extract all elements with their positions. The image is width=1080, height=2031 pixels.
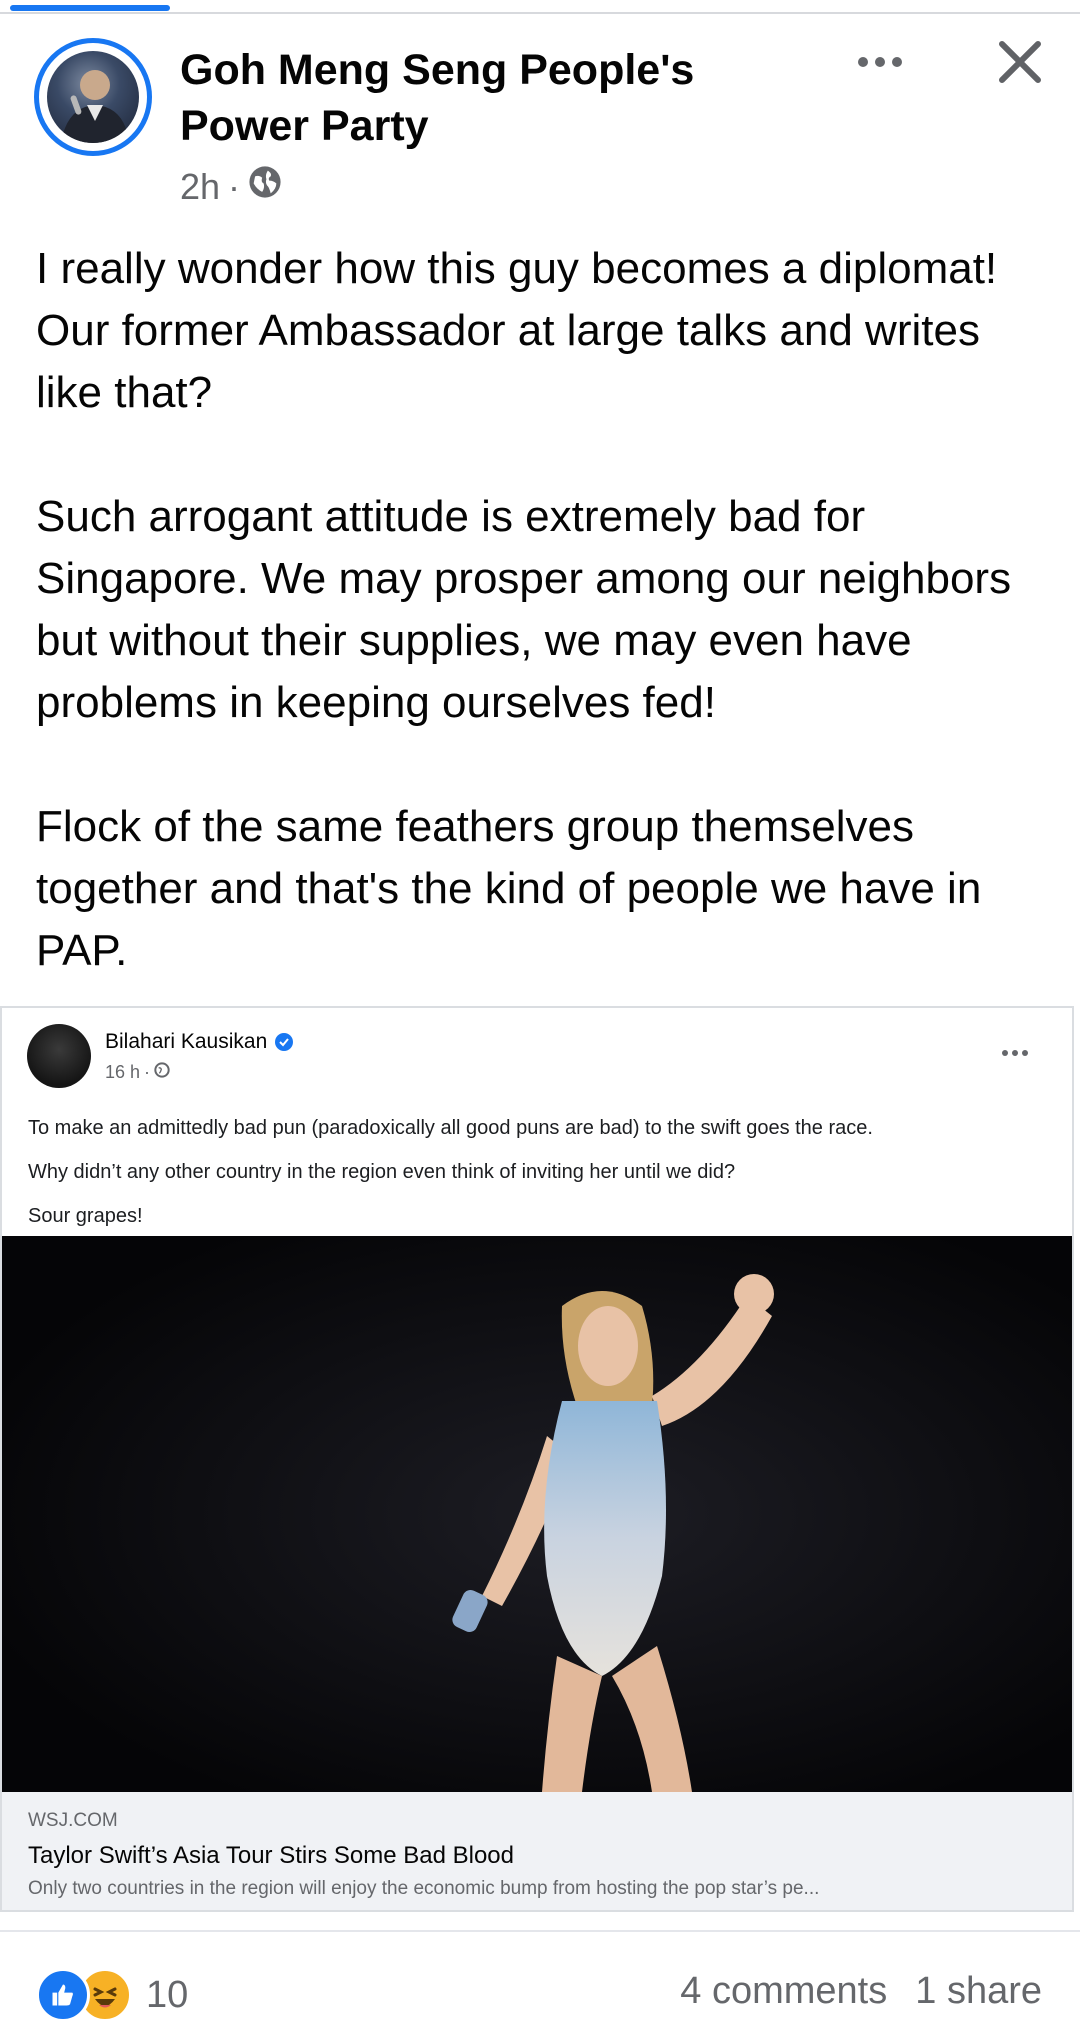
post-paragraph: Flock of the same feathers group themsel… [36,802,982,975]
post-paragraph: I really wonder how this guy becomes a d… [36,244,998,417]
page-name[interactable]: Goh Meng Seng People's Power Party [180,42,800,154]
shared-author-avatar[interactable] [27,1024,91,1088]
shared-post-card[interactable]: Bilahari Kausikan 16 h · To make an admi… [0,1006,1074,1912]
shared-author-name[interactable]: Bilahari Kausikan [105,1030,267,1054]
link-description: Only two countries in the region will en… [28,1878,820,1899]
loading-progress-fill [10,5,170,11]
link-preview[interactable]: WSJ.COM Taylor Swift’s Asia Tour Stirs S… [2,1792,1072,1910]
verified-badge-icon [275,1033,294,1051]
loading-progress-bar [0,0,1080,14]
page-avatar[interactable] [34,38,152,156]
post-meta: 2h · [180,165,282,208]
shared-post-meta: 16 h · [105,1062,170,1083]
shared-post-line: Sour grapes! [28,1205,143,1227]
globe-icon [248,165,282,208]
shared-post-time[interactable]: 16 h [105,1062,140,1083]
post-time[interactable]: 2h [180,166,220,208]
shared-author[interactable]: Bilahari Kausikan [105,1030,294,1054]
post-text: I really wonder how this guy becomes a d… [36,238,1046,982]
shared-post-more-icon[interactable] [1002,1050,1028,1056]
meta-separator: · [144,1062,151,1082]
like-reaction-icon [36,1968,90,2022]
engagement-stats: 4 comments 1 share [680,1970,1042,2013]
shared-post-line: To make an admittedly bad pun (paradoxic… [28,1117,873,1139]
shared-post-line: Why didn’t any other country in the regi… [28,1161,736,1183]
link-domain: WSJ.COM [28,1810,118,1831]
shared-post-text: To make an admittedly bad pun (paradoxic… [28,1106,1058,1238]
article-image[interactable]: i [2,1236,1072,1792]
reactions-summary[interactable]: 10 [36,1968,188,2022]
page-avatar-image [47,51,139,143]
meta-separator: · [228,165,241,207]
reaction-count: 10 [146,1973,189,2016]
more-options-icon[interactable] [845,40,915,84]
divider [0,1930,1080,1932]
post-paragraph: Such arrogant attitude is extremely bad … [36,492,1012,727]
globe-icon [154,1062,170,1083]
comments-count[interactable]: 4 comments [680,1970,887,2013]
close-icon[interactable] [990,32,1050,92]
link-title[interactable]: Taylor Swift’s Asia Tour Stirs Some Bad … [28,1842,514,1870]
shares-count[interactable]: 1 share [915,1970,1042,2013]
